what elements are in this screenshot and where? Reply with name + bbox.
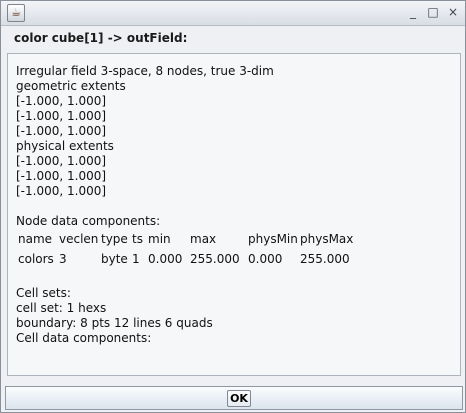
field-info-panel: Irregular field 3-space, 8 nodes, true 3… (7, 53, 461, 376)
cell-sets-heading: Cell sets: (16, 286, 71, 300)
table-cell-physmin: 0.000 (248, 252, 283, 266)
table-header-name: name (18, 232, 53, 246)
maximize-icon[interactable]: □ (426, 5, 440, 19)
table-header-physmax: physMax (300, 232, 354, 246)
geometric-extent-x: [-1.000, 1.000] (16, 94, 107, 108)
node-data-table: name veclen type ts min max physMin phys… (8, 232, 460, 292)
table-cell-type: byte (101, 252, 128, 266)
table-cell-veclen: 3 (59, 252, 67, 266)
table-cell-physmax: 255.000 (300, 252, 350, 266)
field-summary: Irregular field 3-space, 8 nodes, true 3… (16, 64, 274, 78)
node-data-heading: Node data components: (16, 214, 161, 228)
cell-data-heading: Cell data components: (16, 331, 152, 345)
table-header-max: max (190, 232, 217, 246)
dialog-heading: color cube[1] -> outField: (14, 31, 188, 45)
geometric-extent-z: [-1.000, 1.000] (16, 124, 107, 138)
title-bar: ☕ _ □ × (1, 1, 465, 26)
table-cell-ts: 1 (132, 252, 140, 266)
table-cell-name: colors (18, 252, 54, 266)
table-header-physmin: physMin (248, 232, 298, 246)
geometric-extents-heading: geometric extents (16, 79, 126, 93)
table-header-type: type (101, 232, 128, 246)
table-cell-min: 0.000 (148, 252, 183, 266)
close-icon[interactable]: × (446, 5, 460, 19)
button-bar: OK (5, 386, 463, 410)
geometric-extent-y: [-1.000, 1.000] (16, 109, 107, 123)
physical-extents-heading: physical extents (16, 139, 114, 153)
table-header-veclen: veclen (59, 232, 99, 246)
table-header-ts: ts (132, 232, 143, 246)
table-header-min: min (148, 232, 171, 246)
java-icon: ☕ (7, 4, 25, 22)
physical-extent-z: [-1.000, 1.000] (16, 184, 107, 198)
minimize-icon[interactable]: _ (406, 5, 420, 19)
ok-button[interactable]: OK (227, 390, 251, 407)
boundary-line: boundary: 8 pts 12 lines 6 quads (16, 316, 213, 330)
table-cell-max: 255.000 (190, 252, 240, 266)
physical-extent-x: [-1.000, 1.000] (16, 154, 107, 168)
physical-extent-y: [-1.000, 1.000] (16, 169, 107, 183)
dialog-window: ☕ _ □ × color cube[1] -> outField: Irreg… (0, 0, 466, 413)
cell-set-line: cell set: 1 hexs (16, 301, 107, 315)
